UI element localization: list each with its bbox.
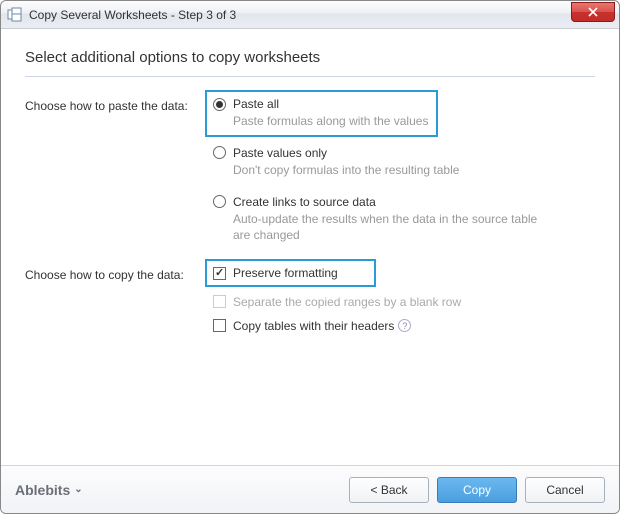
chevron-down-icon: ⌄ [74, 484, 82, 495]
window-title: Copy Several Worksheets - Step 3 of 3 [29, 8, 571, 22]
option-copy-headers[interactable]: Copy tables with their headers ? [213, 319, 595, 333]
radio-icon[interactable] [213, 98, 226, 111]
option-preserve-formatting[interactable]: Preserve formatting [213, 266, 595, 283]
copy-button[interactable]: Copy [437, 477, 517, 503]
cancel-button[interactable]: Cancel [525, 477, 605, 503]
option-paste-values[interactable]: Paste values only Don't copy formulas in… [213, 146, 595, 179]
section-paste: Choose how to paste the data: Paste all … [25, 97, 595, 244]
radio-icon[interactable] [213, 146, 226, 159]
option-desc: Don't copy formulas into the resulting t… [233, 162, 553, 179]
option-desc: Paste formulas along with the values [233, 113, 428, 130]
paste-options: Paste all Paste formulas along with the … [213, 97, 595, 244]
checkbox-icon [213, 295, 226, 308]
checkbox-icon[interactable] [213, 319, 226, 332]
radio-icon[interactable] [213, 195, 226, 208]
section-copy-label: Choose how to copy the data: [25, 266, 213, 282]
option-create-links[interactable]: Create links to source data Auto-update … [213, 195, 595, 245]
copy-options: Preserve formatting Separate the copied … [213, 266, 595, 333]
section-copy: Choose how to copy the data: Preserve fo… [25, 266, 595, 333]
app-icon [7, 7, 23, 23]
option-label: Paste all [233, 97, 279, 111]
titlebar[interactable]: Copy Several Worksheets - Step 3 of 3 [1, 1, 619, 29]
option-label: Copy tables with their headers [233, 319, 394, 333]
page-heading: Select additional options to copy worksh… [25, 49, 595, 66]
option-separate-blank-row: Separate the copied ranges by a blank ro… [213, 295, 595, 309]
divider [25, 76, 595, 77]
checkbox-icon[interactable] [213, 267, 226, 280]
help-icon[interactable]: ? [398, 319, 411, 332]
back-button[interactable]: < Back [349, 477, 429, 503]
option-label: Create links to source data [233, 195, 376, 209]
dialog-content: Select additional options to copy worksh… [1, 29, 619, 465]
option-paste-all[interactable]: Paste all Paste formulas along with the … [213, 97, 595, 130]
dialog-footer: Ablebits ⌄ < Back Copy Cancel [1, 465, 619, 513]
option-label: Preserve formatting [233, 266, 338, 280]
close-button[interactable] [571, 2, 615, 22]
dialog-window: Copy Several Worksheets - Step 3 of 3 Se… [0, 0, 620, 514]
section-paste-label: Choose how to paste the data: [25, 97, 213, 113]
brand-label: Ablebits [15, 482, 70, 498]
brand-menu[interactable]: Ablebits ⌄ [15, 482, 83, 498]
option-desc: Auto-update the results when the data in… [233, 211, 553, 245]
option-label: Paste values only [233, 146, 327, 160]
option-label: Separate the copied ranges by a blank ro… [233, 295, 461, 309]
